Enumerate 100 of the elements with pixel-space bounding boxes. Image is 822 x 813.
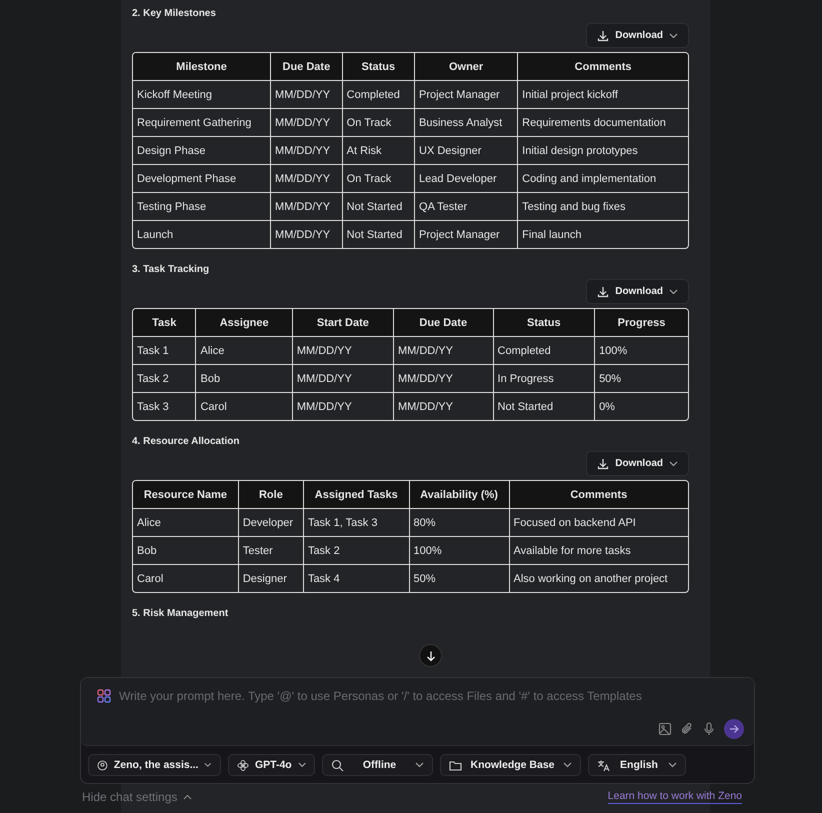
download-icon [597,458,610,470]
table-cell: Developer [238,509,304,537]
caret-icon [563,762,572,768]
paperclip-icon[interactable] [680,722,694,736]
table-cell: Project Manager [415,221,518,248]
table-cell: Focused on backend API [510,509,688,537]
persona-dropdown[interactable]: Zeno, the assis... [88,754,221,776]
table-cell: Available for more tasks [510,537,688,565]
caret-up-icon [183,794,192,800]
table-cell: Carol [196,393,293,420]
table-cell: Not Started [342,193,416,221]
download-icon [597,286,610,298]
send-button[interactable] [724,719,744,739]
persona-icon [97,758,108,772]
table-cell: On Track [342,165,416,193]
table-cell: MM/DD/YY [394,365,494,393]
section-heading: 4. Resource Allocation [132,435,240,449]
table-cell: UX Designer [415,137,518,165]
column-header: Comments [518,53,688,81]
table-cell: 50% [595,365,688,393]
table-cell: Designer [238,565,304,592]
language-dropdown[interactable]: English [588,754,686,776]
column-header: Status [494,309,596,337]
column-header: Task [133,309,196,337]
table-cell: MM/DD/YY [292,365,394,393]
table-cell: MM/DD/YY [271,81,343,109]
apps-icon [97,689,111,703]
download-button[interactable]: Download [586,279,689,304]
column-header: Progress [595,309,688,337]
caret-icon [669,32,678,38]
column-header: Milestone [133,53,272,81]
table-cell: Testing Phase [133,193,272,221]
table-cell: In Progress [494,365,596,393]
table-cell: Initial design prototypes [518,137,688,165]
table-cell: Launch [133,221,272,248]
table-cell-text: Final launch [521,228,582,242]
column-header: Owner [415,53,518,81]
table-cell-text: Also working on another project [512,572,669,586]
table-cell: On Track [342,109,416,137]
section-heading: 3. Task Tracking [132,263,210,277]
table-cell: Not Started [494,393,596,420]
table-cell: 80% [410,509,510,537]
table-cell: Project Manager [415,81,518,109]
flower-icon [237,758,249,772]
table-cell: Tester [238,537,304,565]
learn-link[interactable]: Learn how to work with Zeno [608,790,742,804]
microphone-icon[interactable] [702,722,716,736]
table-cell: Bob [133,537,239,565]
table-cell: Requirement Gathering [133,109,272,137]
caret-icon [669,460,678,466]
table-cell: Testing and bug fixes [518,193,688,221]
column-header: Assigned Tasks [304,481,410,509]
download-button[interactable]: Download [586,451,689,476]
knowledge-dropdown[interactable]: Knowledge Base [440,754,581,776]
column-header: Availability (%) [410,481,510,509]
table-cell: Completed [494,337,596,365]
table-cell: Coding and implementation [518,165,688,193]
translate-icon [597,758,610,772]
table-cell: Lead Developer [415,165,518,193]
arrow-down-icon [424,650,436,662]
table-cell: At Risk [342,137,416,165]
table-cell: MM/DD/YY [394,393,494,420]
table-cell: Bob [196,365,293,393]
folder-icon [449,758,462,772]
table-cell: MM/DD/YY [271,165,343,193]
table-cell: Kickoff Meeting [133,81,272,109]
table-cell: 50% [410,565,510,592]
arrow-right-icon [729,724,739,734]
caret-icon [668,762,677,768]
section-heading: 2. Key Milestones [132,7,217,21]
table-cell: Completed [342,81,416,109]
model-dropdown[interactable]: GPT-4o [228,754,315,776]
table-cell: Task 1, Task 3 [304,509,410,537]
table-cell: MM/DD/YY [271,109,343,137]
column-header: Resource Name [133,481,239,509]
column-header: Status [342,53,416,81]
download-icon [597,30,610,42]
caret-icon [415,762,424,768]
section-heading: 5. Risk Management [132,607,230,621]
table-cell: MM/DD/YY [292,393,394,420]
column-header: Start Date [292,309,394,337]
table-cell: MM/DD/YY [271,221,343,248]
table-cell: Initial project kickoff [518,81,688,109]
table-cell: Business Analyst [415,109,518,137]
table-cell: Alice [196,337,293,365]
column-header: Role [238,481,304,509]
column-header: Assignee [196,309,293,337]
table-cell: Task 2 [133,365,196,393]
caret-icon [204,762,212,768]
search-dropdown[interactable]: Offline [322,754,433,776]
table-cell: QA Tester [415,193,518,221]
table-cell: Carol [133,565,239,592]
download-button[interactable]: Download [586,23,689,48]
table-cell: Task 4 [304,565,410,592]
table-cell: Requirements documentation [518,109,688,137]
table-cell: Task 2 [304,537,410,565]
table-cell: Development Phase [133,165,272,193]
table-cell: MM/DD/YY [271,193,343,221]
image-icon[interactable] [658,722,672,736]
prompt-input[interactable]: Write your prompt here. Type '@' to use Personas or '/' to access Files and '#' to access Templates [119,689,744,703]
